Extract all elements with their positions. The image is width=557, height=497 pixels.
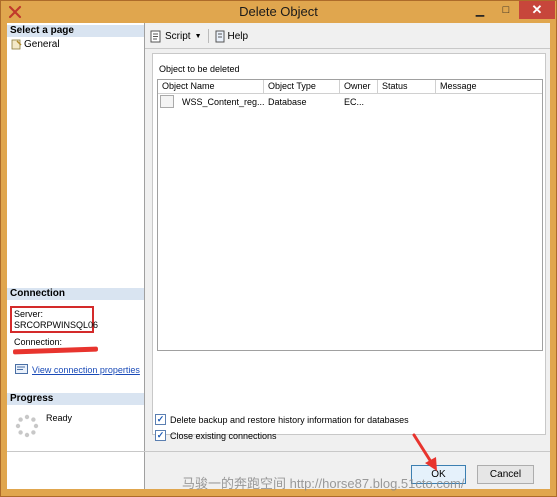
cell-status <box>378 94 436 110</box>
script-button[interactable]: Script <box>150 30 191 43</box>
column-message[interactable]: Message <box>436 80 542 93</box>
select-page-header: Select a page <box>7 25 144 37</box>
left-pane: Select a page General Connection Server:… <box>7 23 145 489</box>
page-icon <box>11 39 22 50</box>
toolbar: Script ▼ Help <box>145 25 550 47</box>
close-connections-option[interactable]: ✓ Close existing connections <box>155 430 277 441</box>
server-value: SRCORPWINSQL06 <box>14 320 99 330</box>
row-select-box[interactable] <box>160 95 174 108</box>
column-owner[interactable]: Owner <box>340 80 378 93</box>
row-select[interactable] <box>158 94 178 110</box>
delete-backup-option[interactable]: ✓ Delete backup and restore history info… <box>155 414 409 425</box>
script-dropdown-icon[interactable]: ▼ <box>195 33 202 40</box>
cell-owner: EC... <box>344 97 365 107</box>
cell-object-name: WSS_Content_reg... <box>182 97 264 107</box>
cell-object-type: Database <box>268 97 307 107</box>
help-icon <box>215 30 224 42</box>
close-connections-label: Close existing connections <box>170 430 277 441</box>
objects-grid[interactable]: Object Name Object Type Owner Status Mes… <box>157 79 543 351</box>
connection-properties-icon <box>15 364 28 374</box>
maximize-button[interactable]: □ <box>493 1 519 19</box>
close-button[interactable]: ✕ <box>519 1 555 19</box>
progress-status: Ready <box>46 413 73 423</box>
grid-header: Object Name Object Type Owner Status Mes… <box>158 80 542 94</box>
minimize-button[interactable]: ▁ <box>467 1 493 19</box>
script-icon <box>150 30 161 42</box>
connection-label: Connection: <box>14 337 63 347</box>
button-bar-divider <box>7 451 550 452</box>
delete-backup-checkbox[interactable]: ✓ <box>155 414 166 425</box>
general-page-panel: Object to be deleted Object Name Object … <box>152 53 546 435</box>
delete-backup-label: Delete backup and restore history inform… <box>170 414 409 425</box>
server-info: Server: SRCORPWINSQL06 <box>10 306 99 333</box>
table-row[interactable]: WSS_Content_reg... Database EC... <box>158 94 542 110</box>
help-button[interactable]: Help <box>215 30 249 43</box>
connection-header: Connection <box>7 288 144 300</box>
cancel-button[interactable]: Cancel <box>477 465 534 484</box>
close-connections-checkbox[interactable]: ✓ <box>155 430 166 441</box>
view-connection-link[interactable]: View connection properties <box>32 365 140 375</box>
watermark-text: 马骏一的奔跑空间 http://horse87.blog.51cto.com/ <box>182 476 465 491</box>
column-object-type[interactable]: Object Type <box>264 80 340 93</box>
help-label: Help <box>227 30 249 42</box>
redaction-mark <box>12 346 99 355</box>
progress-spinner-icon <box>15 414 39 438</box>
script-label: Script <box>165 30 191 42</box>
title-bar[interactable]: Delete Object ▁ □ ✕ <box>1 1 556 23</box>
toolbar-divider <box>145 48 550 49</box>
cell-message <box>436 94 542 110</box>
page-item-general-label: General <box>24 39 60 50</box>
column-object-name[interactable]: Object Name <box>158 80 264 93</box>
delete-object-window: Delete Object ▁ □ ✕ Select a page Genera… <box>0 0 557 497</box>
server-label: Server: <box>14 309 44 319</box>
annotation-arrow-icon <box>412 433 437 471</box>
progress-header: Progress <box>7 393 144 405</box>
objects-label: Object to be deleted <box>159 64 240 74</box>
dialog-client: Select a page General Connection Server:… <box>7 23 550 491</box>
view-connection-properties[interactable]: View connection properties <box>15 364 140 375</box>
column-status[interactable]: Status <box>378 80 436 93</box>
toolbar-separator <box>207 29 209 43</box>
page-item-general[interactable]: General <box>11 39 60 50</box>
